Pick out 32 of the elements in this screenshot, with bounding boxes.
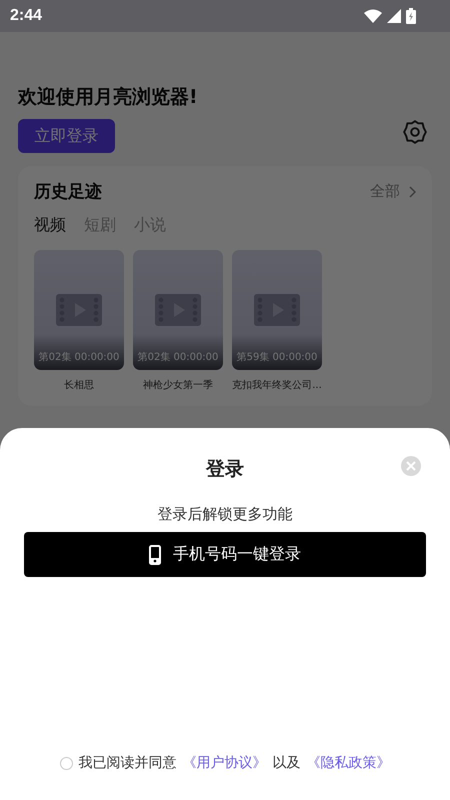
phone-login-button[interactable]: 手机号码一键登录 [24, 532, 426, 577]
close-icon[interactable] [401, 456, 421, 476]
history-title: 历史足迹 [34, 181, 102, 203]
sheet-subtitle: 登录后解锁更多功能 [158, 505, 292, 524]
video-thumbnail[interactable]: 第59集 00:00:00 [232, 250, 322, 370]
status-time: 2:44 [10, 7, 42, 25]
video-thumbnail[interactable]: 第02集 00:00:00 [133, 250, 223, 370]
sheet-title: 登录 [206, 457, 244, 482]
episode-timestamp: 第02集 00:00:00 [136, 351, 220, 365]
film-play-icon [56, 294, 102, 326]
video-thumbnail[interactable]: 第02集 00:00:00 [34, 250, 124, 370]
settings-icon[interactable] [402, 119, 428, 145]
agree-checkbox[interactable] [60, 756, 72, 770]
video-title: 长相思 [64, 378, 94, 392]
history-tab[interactable]: 视频 [34, 215, 66, 236]
user-agreement-link[interactable]: 《用户协议》 [182, 754, 266, 772]
wifi-icon [364, 9, 382, 23]
battery-icon [406, 8, 416, 24]
episode-timestamp: 第59集 00:00:00 [236, 351, 318, 365]
film-play-icon [155, 294, 201, 326]
video-title: 神枪少女第一季 [143, 378, 213, 392]
film-play-icon [254, 294, 300, 326]
episode-timestamp: 第02集 00:00:00 [38, 351, 120, 365]
phone-icon [149, 544, 161, 564]
chevron-right-icon [408, 186, 416, 198]
signal-icon [387, 9, 401, 23]
privacy-policy-link[interactable]: 《隐私政策》 [306, 754, 390, 772]
welcome-title: 欢迎使用月亮浏览器! [18, 85, 198, 110]
agreement-text: 我已阅读并同意 [78, 754, 176, 772]
login-button[interactable]: 立即登录 [18, 119, 115, 153]
video-title: 克扣我年终奖公司... [232, 378, 322, 392]
joiner-text: 以及 [272, 754, 300, 772]
